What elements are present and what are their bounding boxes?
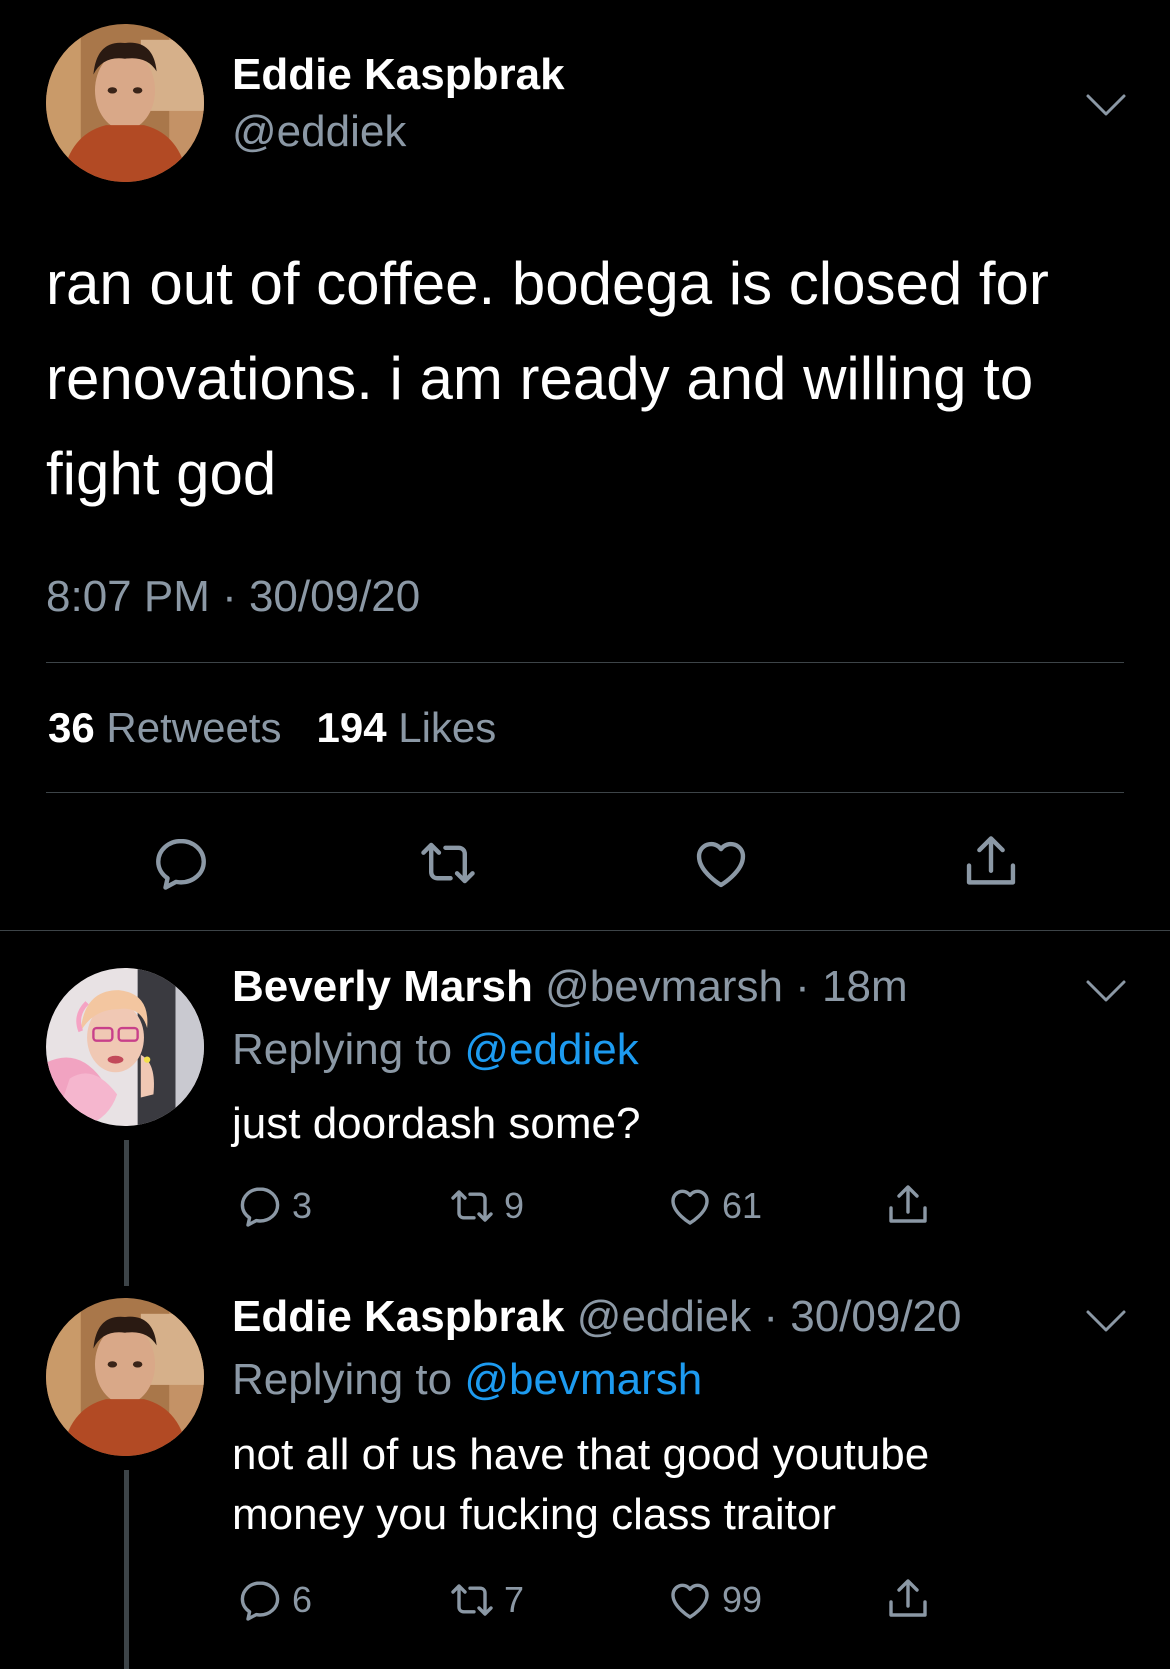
retweet-action[interactable]: 7 — [448, 1576, 524, 1624]
chevron-down-icon[interactable] — [1084, 92, 1128, 118]
author-handle[interactable]: @eddiek — [232, 107, 406, 157]
retweet-icon — [448, 1576, 496, 1624]
retweet-count: 7 — [504, 1579, 525, 1620]
reply-avatar[interactable] — [46, 968, 204, 1126]
share-icon[interactable] — [960, 832, 1022, 894]
reply-count: 6 — [292, 1579, 313, 1620]
tweet-stats: 36 Retweets 194 Likes — [48, 704, 496, 752]
retweets-label: Retweets — [106, 704, 282, 751]
reply-meta[interactable]: @bevmarsh · 18m — [545, 962, 908, 1011]
reply-text-line: money you fucking class traitor — [232, 1490, 837, 1539]
reply-header: Beverly Marsh @bevmarsh · 18m — [232, 962, 908, 1012]
replying-to: Replying to @eddiek — [232, 1025, 639, 1075]
reply-meta[interactable]: @eddiek · 30/09/20 — [577, 1292, 962, 1341]
retweet-icon — [448, 1182, 496, 1230]
tweet-text-line: renovations. i am ready and willing to — [46, 345, 1034, 412]
reply-icon — [236, 1576, 284, 1624]
retweet-count: 9 — [504, 1185, 525, 1226]
like-action[interactable]: 99 — [666, 1576, 762, 1624]
tweet-text: ran out of coffee. bodega is closed for … — [46, 236, 1136, 521]
thread-line — [124, 1140, 129, 1286]
tweet-text-line: fight god — [46, 440, 277, 507]
reply-text: not all of us have that good youtube mon… — [232, 1425, 929, 1545]
reply-text-line: just doordash some? — [232, 1099, 641, 1148]
replying-prefix: Replying to — [232, 1355, 453, 1404]
reply-avatar[interactable] — [46, 1298, 204, 1456]
tweet-text-line: ran out of coffee. bodega is closed for — [46, 250, 1049, 317]
author-avatar[interactable] — [46, 24, 204, 182]
chevron-down-icon[interactable] — [1084, 1308, 1128, 1334]
author-name[interactable]: Eddie Kaspbrak — [232, 50, 565, 100]
reply-header: Eddie Kaspbrak @eddiek · 30/09/20 — [232, 1292, 962, 1342]
reply-text: just doordash some? — [232, 1094, 640, 1154]
reply-text-line: not all of us have that good youtube — [232, 1430, 930, 1479]
reply-action[interactable]: 6 — [236, 1576, 312, 1624]
divider — [46, 662, 1124, 663]
likes-count: 194 — [316, 704, 387, 751]
thread-line — [124, 1470, 129, 1669]
like-icon — [666, 1576, 714, 1624]
reply-action[interactable]: 3 — [236, 1182, 312, 1230]
like-action[interactable]: 61 — [666, 1182, 762, 1230]
divider — [0, 930, 1170, 931]
reply-icon — [236, 1182, 284, 1230]
share-icon — [884, 1182, 932, 1230]
reply-author-name[interactable]: Beverly Marsh — [232, 962, 533, 1011]
retweet-action[interactable]: 9 — [448, 1182, 524, 1230]
retweet-icon[interactable] — [417, 832, 479, 894]
retweets-count: 36 — [48, 704, 95, 751]
like-count: 99 — [722, 1579, 763, 1620]
share-action[interactable] — [884, 1576, 932, 1624]
retweets-stat[interactable]: 36 Retweets — [48, 704, 293, 751]
replying-mention[interactable]: @eddiek — [464, 1025, 638, 1074]
chevron-down-icon[interactable] — [1084, 978, 1128, 1004]
tweet-timestamp[interactable]: 8:07 PM · 30/09/20 — [46, 572, 420, 622]
share-icon — [884, 1576, 932, 1624]
replying-prefix: Replying to — [232, 1025, 453, 1074]
like-icon[interactable] — [690, 832, 752, 894]
likes-stat[interactable]: 194 Likes — [316, 704, 496, 751]
reply-icon[interactable] — [150, 832, 212, 894]
likes-label: Likes — [398, 704, 497, 751]
share-action[interactable] — [884, 1182, 932, 1230]
divider — [46, 792, 1124, 793]
reply-author-name[interactable]: Eddie Kaspbrak — [232, 1292, 565, 1341]
replying-to: Replying to @bevmarsh — [232, 1355, 702, 1405]
reply-count: 3 — [292, 1185, 313, 1226]
like-icon — [666, 1182, 714, 1230]
like-count: 61 — [722, 1185, 763, 1226]
replying-mention[interactable]: @bevmarsh — [464, 1355, 702, 1404]
